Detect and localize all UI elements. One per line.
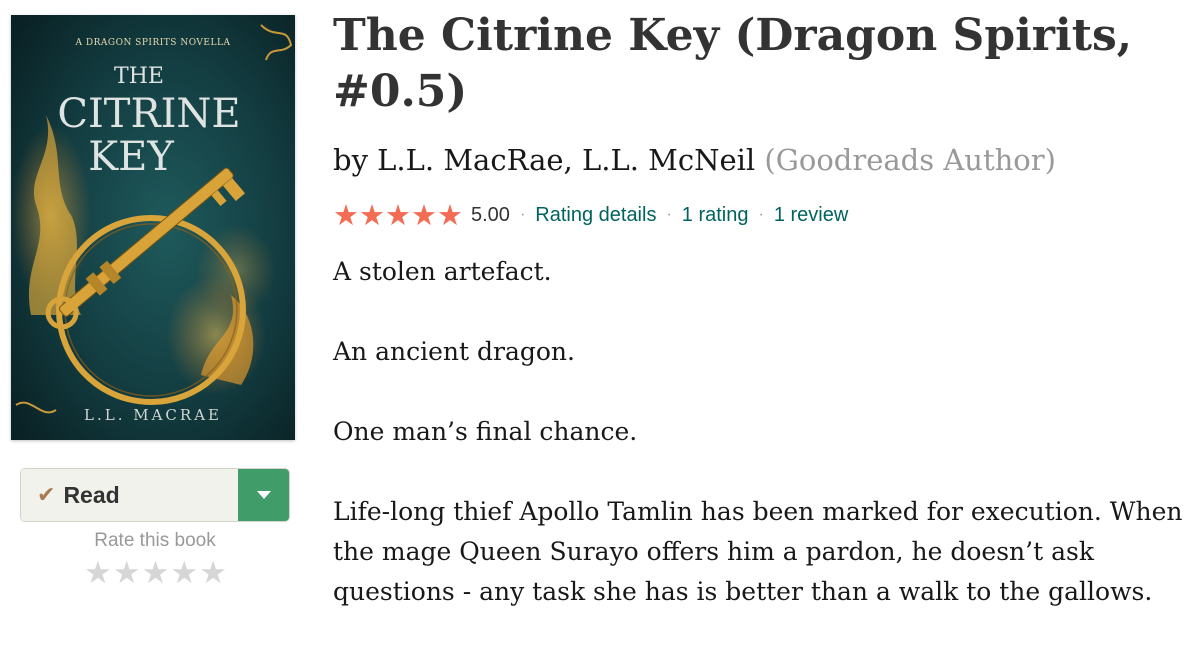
user-rating-stars[interactable]: ★ ★ ★ ★ ★ [84, 557, 227, 589]
cover-title-line-2: CITRINE [57, 91, 240, 137]
star-icon: ★ [411, 198, 437, 232]
author-link-2[interactable]: L.L. McNeil [582, 143, 755, 177]
checkmark-icon: ✔ [37, 482, 56, 507]
goodreads-author-badge: (Goodreads Author) [764, 143, 1056, 177]
separator-dot: · [519, 206, 526, 223]
rate-star-1[interactable]: ★ [84, 557, 112, 589]
book-cover[interactable]: A DRAGON SPIRITS NOVELLA THE CITRINE KEY… [11, 15, 295, 440]
shelf-status-button[interactable]: ✔ Read [21, 469, 289, 521]
author-prefix: by [333, 143, 368, 177]
rate-star-4[interactable]: ★ [170, 557, 198, 589]
description-paragraph: Life-long thief Apollo Tamlin has been m… [333, 497, 1183, 606]
read-status-button[interactable]: ✔ Read [21, 469, 238, 521]
average-rating-value: 5.00 [471, 203, 510, 226]
shelf-dropdown-button[interactable] [238, 469, 289, 521]
caret-down-icon [256, 491, 271, 499]
separator-dot: · [758, 206, 764, 223]
cover-author: L.L. MACRAE [84, 406, 222, 424]
rate-star-5[interactable]: ★ [199, 557, 227, 589]
star-icon: ★ [437, 198, 463, 232]
cover-series-line: A DRAGON SPIRITS NOVELLA [75, 38, 231, 48]
author-link-1[interactable]: L.L. MacRae [377, 143, 563, 177]
cover-title-line-3: KEY [88, 134, 174, 180]
rating-row: ★ ★ ★ ★ ★ 5.00 · Rating details · 1 rati… [333, 199, 858, 231]
rate-this-book-label: Rate this book [94, 530, 216, 551]
reviews-count-link[interactable]: 1 review [774, 204, 848, 227]
rating-details-link[interactable]: Rating details [535, 204, 656, 227]
cover-title-line-1: THE [114, 64, 164, 89]
description-paragraph: An ancient dragon. [333, 337, 575, 366]
star-icon: ★ [333, 198, 359, 232]
separator-dot: · [666, 206, 672, 223]
book-cover-art: A DRAGON SPIRITS NOVELLA THE CITRINE KEY… [11, 15, 295, 440]
ratings-count-link[interactable]: 1 rating [682, 204, 749, 227]
author-line: by L.L. MacRae, L.L. McNeil (Goodreads A… [333, 140, 1056, 180]
author-separator: , [563, 143, 573, 177]
rate-star-2[interactable]: ★ [113, 557, 141, 589]
description-paragraph: One man’s final chance. [333, 417, 638, 446]
book-description: A stolen artefact. An ancient dragon. On… [333, 252, 1183, 612]
star-icon: ★ [359, 198, 385, 232]
rate-star-3[interactable]: ★ [142, 557, 170, 589]
average-rating-stars: ★ ★ ★ ★ ★ [333, 199, 463, 231]
read-status-label: Read [63, 481, 120, 508]
description-paragraph: A stolen artefact. [333, 257, 552, 286]
book-title: The Citrine Key (Dragon Spirits, #0.5) [333, 10, 1133, 117]
star-icon: ★ [385, 198, 411, 232]
